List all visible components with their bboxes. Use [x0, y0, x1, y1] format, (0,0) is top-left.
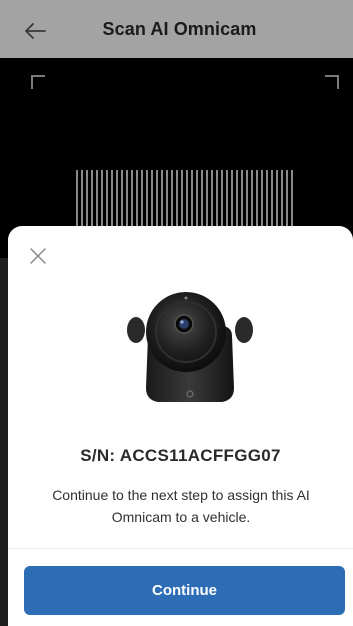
- close-button[interactable]: [26, 244, 50, 268]
- back-button[interactable]: [20, 16, 50, 46]
- scan-frame-corner-top-right: [325, 75, 339, 89]
- scan-screen: Scan AI Omnicam S/N: ACCS11ACFFGG07 Cont…: [0, 0, 353, 626]
- app-header: Scan AI Omnicam: [0, 0, 353, 58]
- assign-description: Continue to the next step to assign this…: [52, 487, 310, 525]
- page-title: Scan AI Omnicam: [102, 18, 257, 39]
- serial-number: S/N: ACCS11ACFFGG07: [80, 446, 281, 465]
- omnicam-device-image: [127, 292, 253, 402]
- close-icon: [30, 248, 46, 264]
- back-arrow-icon: [25, 23, 46, 39]
- divider: [8, 548, 353, 549]
- continue-button[interactable]: Continue: [24, 566, 345, 615]
- scan-result-sheet: S/N: ACCS11ACFFGG07 Continue to the next…: [8, 226, 353, 626]
- scan-frame-corner-top-left: [31, 75, 45, 89]
